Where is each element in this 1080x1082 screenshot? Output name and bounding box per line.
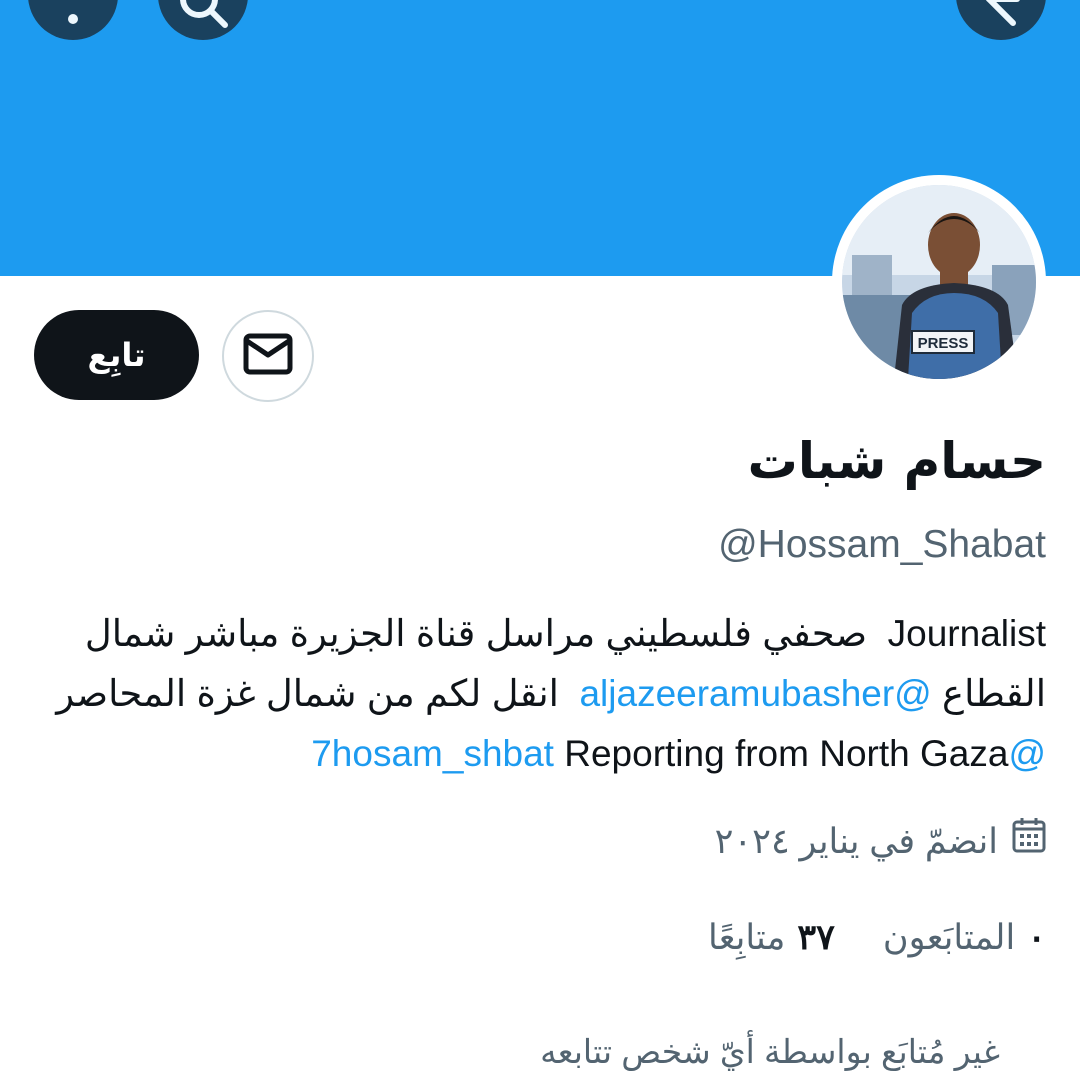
following-count: ٣٧ <box>797 918 835 957</box>
search-icon <box>173 0 233 35</box>
bio-line-2: القطاع @aljazeeramubasher انقل لكم من شم… <box>46 664 1046 724</box>
following-link[interactable]: ٣٧ متابِعًا <box>708 908 835 968</box>
bio-text: القطاع <box>942 673 1046 714</box>
follow-stats: ٠ المتابَعون ٣٧ متابِعًا <box>708 908 1046 968</box>
joined-date: انضمّ في يناير ٢٠٢٤ <box>715 812 1046 872</box>
profile-photo: PRESS <box>842 185 1036 379</box>
followers-count: ٠ <box>1027 918 1046 957</box>
mention-link[interactable]: @aljazeeramubasher <box>579 673 931 714</box>
more-vertical-icon <box>53 0 93 35</box>
user-handle: @Hossam_Shabat <box>718 523 1046 566</box>
followers-link[interactable]: ٠ المتابَعون <box>883 908 1046 968</box>
calendar-icon <box>1012 812 1046 872</box>
envelope-icon <box>243 333 293 379</box>
arrow-back-icon <box>971 0 1031 35</box>
svg-text:PRESS: PRESS <box>918 335 969 352</box>
message-button[interactable] <box>222 310 314 402</box>
followers-label: المتابَعون <box>882 918 1016 957</box>
follow-button[interactable]: تابِع <box>34 310 199 400</box>
bio-line-1: Journalist صحفي فلسطيني مراسل قناة الجزي… <box>46 604 1046 664</box>
bio-line-3: @7hosam_shbat Reporting from North Gaza <box>46 724 1046 784</box>
bio-text: Reporting from North Gaza <box>564 733 1009 774</box>
bio-text: انقل لكم من شمال غزة المحاصر <box>56 673 559 714</box>
following-label: متابِعًا <box>708 918 786 957</box>
display-name: حسام شبات <box>747 432 1046 490</box>
not-followed-notice: غير مُتابَع بواسطة أيّ شخص تتابعه <box>540 1033 1000 1070</box>
avatar[interactable]: PRESS <box>832 175 1046 389</box>
follow-button-label: تابِع <box>87 336 146 374</box>
bio-text: صحفي فلسطيني مراسل قناة الجزيرة مباشر شم… <box>84 613 868 654</box>
bio: Journalist صحفي فلسطيني مراسل قناة الجزي… <box>46 604 1046 784</box>
joined-label: انضمّ في يناير ٢٠٢٤ <box>714 822 998 861</box>
bio-text: Journalist <box>887 613 1046 654</box>
